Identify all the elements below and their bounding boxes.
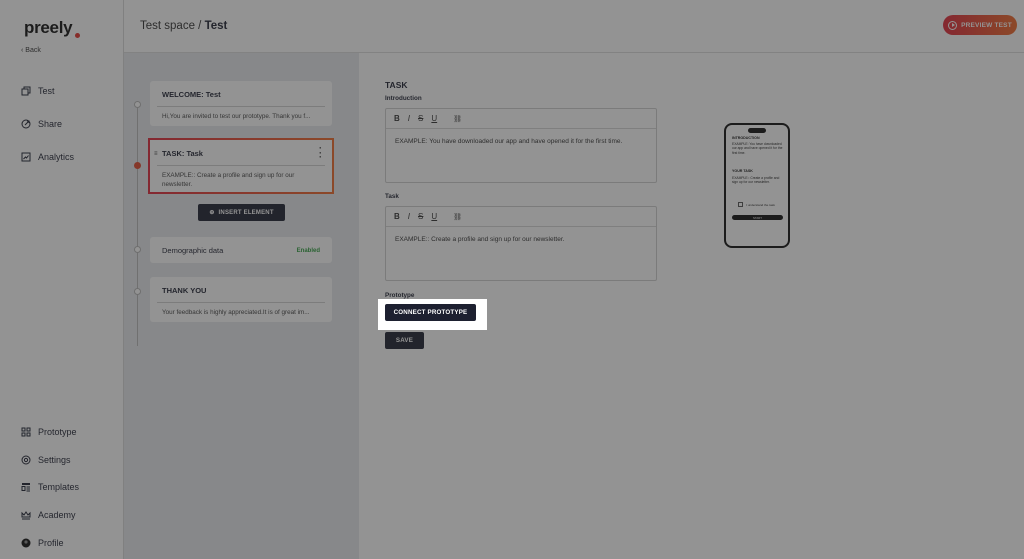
link-icon[interactable]: ⛓ — [453, 213, 462, 221]
phone-task-text: EXAMPLE:: Create a profile and sign up f… — [732, 176, 780, 185]
task-card[interactable]: ≡ TASK: Task · · · EXAMPLE:: Create a prof… — [148, 138, 334, 194]
gear-icon — [21, 455, 31, 465]
templates-icon — [21, 482, 31, 492]
more-options-icon[interactable]: · · · — [319, 144, 322, 162]
underline-icon[interactable]: U — [431, 114, 437, 123]
thank-you-card-title: THANK YOU — [162, 286, 207, 295]
test-flow-panel: WELCOME: Test Hi,You are invited to test… — [124, 53, 359, 559]
bold-icon[interactable]: B — [394, 114, 400, 123]
phone-task-heading: YOUR TASK — [732, 169, 753, 173]
task-card-title: TASK: Task — [162, 149, 203, 158]
save-button[interactable]: SAVE — [385, 332, 424, 349]
status-badge: Enabled — [296, 248, 320, 254]
sidebar-item-academy[interactable]: Academy — [21, 510, 76, 520]
timeline-node — [134, 246, 141, 253]
phone-intro-text: EXAMPLE: You have downloaded our app and… — [732, 142, 783, 155]
demographic-card[interactable]: Demographic data Enabled — [150, 237, 332, 263]
phone-start-button: START — [732, 215, 783, 220]
phone-intro-heading: INTRODUCTION — [732, 136, 760, 140]
play-icon — [948, 20, 958, 30]
avatar-icon — [21, 538, 31, 548]
crown-icon — [21, 510, 31, 520]
bold-icon[interactable]: B — [394, 212, 400, 221]
grid-icon — [21, 427, 31, 437]
task-card-body: EXAMPLE:: Create a profile and sign up f… — [162, 172, 295, 188]
sidebar: preely ‹ Back Test Share Analytics Proto… — [0, 0, 124, 559]
task-editor: TASK Introduction B I S U ⛓ EXAMPLE: You… — [359, 53, 1024, 559]
drag-handle-icon[interactable]: ≡ — [154, 151, 158, 157]
welcome-card-title: WELCOME: Test — [162, 90, 221, 99]
task-editor-field[interactable]: B I S U ⛓ EXAMPLE:: Create a profile and… — [385, 206, 657, 281]
breadcrumb-parent[interactable]: Test space / — [140, 20, 201, 32]
share-icon — [21, 119, 31, 129]
timeline-node — [134, 101, 141, 108]
insert-element-button[interactable]: ⊕ INSERT ELEMENT — [198, 204, 285, 221]
phone-notch — [748, 128, 766, 133]
logo[interactable]: preely — [24, 18, 73, 38]
task-text[interactable]: EXAMPLE:: Create a profile and sign up f… — [386, 227, 656, 252]
connect-prototype-button[interactable]: CONNECT PROTOTYPE — [385, 304, 476, 321]
sidebar-item-analytics[interactable]: Analytics — [21, 152, 74, 162]
prototype-label: Prototype — [385, 292, 415, 299]
sidebar-item-profile[interactable]: Profile — [21, 538, 64, 548]
introduction-text[interactable]: EXAMPLE: You have downloaded our app and… — [386, 129, 656, 154]
timeline-node-active — [134, 162, 141, 169]
welcome-card[interactable]: WELCOME: Test Hi,You are invited to test… — [150, 81, 332, 126]
sidebar-item-prototype[interactable]: Prototype — [21, 427, 77, 437]
timeline-line — [137, 101, 138, 346]
sidebar-item-test[interactable]: Test — [21, 86, 55, 96]
introduction-label: Introduction — [385, 95, 422, 102]
plus-circle-icon: ⊕ — [209, 210, 215, 216]
checkbox-box — [738, 202, 743, 207]
underline-icon[interactable]: U — [431, 212, 437, 221]
welcome-card-body: Hi,You are invited to test our prototype… — [162, 113, 311, 120]
strikethrough-icon[interactable]: S — [418, 212, 423, 221]
task-label: Task — [385, 193, 399, 200]
sidebar-item-templates[interactable]: Templates — [21, 482, 79, 492]
preview-test-button[interactable]: PREVIEW TEST — [943, 15, 1017, 35]
breadcrumb: Test space / Test — [140, 20, 227, 32]
strikethrough-icon[interactable]: S — [418, 114, 423, 123]
introduction-editor[interactable]: B I S U ⛓ EXAMPLE: You have downloaded o… — [385, 108, 657, 183]
section-title: TASK — [385, 80, 408, 90]
back-link[interactable]: ‹ Back — [21, 47, 41, 54]
phone-checkbox: I understand the task — [738, 202, 775, 207]
sidebar-item-settings[interactable]: Settings — [21, 455, 71, 465]
logo-dot — [75, 33, 80, 38]
thank-you-card[interactable]: THANK YOU Your feedback is highly apprec… — [150, 277, 332, 322]
link-icon[interactable]: ⛓ — [453, 115, 462, 123]
test-icon — [21, 86, 31, 96]
breadcrumb-current: Test — [204, 20, 228, 32]
top-header: Test space / Test PREVIEW TEST — [124, 0, 1024, 53]
sidebar-item-share[interactable]: Share — [21, 119, 62, 129]
timeline-node — [134, 288, 141, 295]
rte-toolbar: B I S U ⛓ — [386, 109, 656, 129]
italic-icon[interactable]: I — [408, 114, 410, 123]
thank-you-card-body: Your feedback is highly appreciated.It i… — [162, 309, 310, 316]
phone-preview: INTRODUCTION EXAMPLE: You have downloade… — [724, 123, 790, 248]
analytics-icon — [21, 152, 31, 162]
italic-icon[interactable]: I — [408, 212, 410, 221]
rte-toolbar: B I S U ⛓ — [386, 207, 656, 227]
